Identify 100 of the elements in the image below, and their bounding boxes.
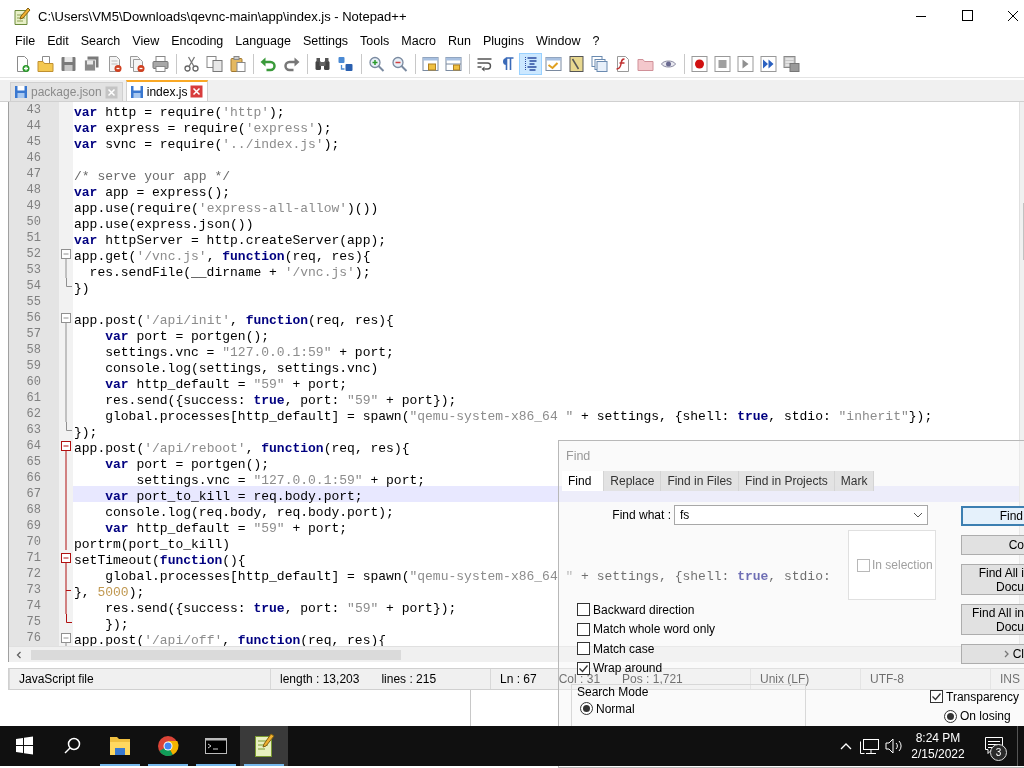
menu-item[interactable]: Edit [41, 34, 75, 48]
code-line: }); [74, 425, 98, 440]
indent-guide-icon[interactable] [519, 52, 542, 75]
line-number: 50 [26, 214, 41, 230]
line-number: 75 [26, 614, 41, 630]
line-number: 74 [26, 598, 41, 614]
dialog-tab[interactable]: Replace [604, 471, 662, 491]
dialog-button[interactable]: Co [961, 535, 1024, 555]
checkbox-label: Backward direction [593, 602, 695, 617]
line-number: 61 [26, 390, 41, 406]
menu-item[interactable]: View [126, 34, 166, 48]
checkbox[interactable] [930, 690, 943, 704]
close-tab-icon[interactable] [190, 85, 204, 98]
insert-mode: INS [1000, 672, 1020, 686]
line-number: 70 [26, 534, 41, 550]
line-number: 60 [26, 374, 41, 390]
menu-item[interactable]: Tools [354, 34, 396, 48]
code-line: app.use(require('express-all-allow')()) [74, 201, 379, 216]
code-line: app.post('/api/reboot', function(req, res){ [74, 441, 410, 456]
line-number: 65 [26, 454, 41, 470]
code-line: res.send({success: true, port: "59" + port}); [104, 393, 457, 408]
line-number: 56 [26, 310, 41, 326]
notepad-icon[interactable] [240, 726, 288, 766]
line-number: 49 [26, 198, 41, 214]
line-number: 71 [26, 550, 41, 566]
line-number: 46 [26, 150, 41, 166]
code-line: res.sendFile(__dirname + '/vnc.js'); [88, 265, 371, 280]
dialog-tab[interactable]: Mark [834, 471, 875, 491]
dialog-button[interactable]: Cl [961, 644, 1024, 664]
dialog-tab[interactable]: Find in Projects [739, 471, 835, 491]
code-line: var port = portgen(); [104, 457, 270, 472]
menu-item[interactable]: Encoding [165, 34, 230, 48]
line-number: 62 [26, 406, 41, 422]
menu-item[interactable]: Window [529, 34, 587, 48]
line-number: 63 [26, 422, 41, 438]
dialog-button[interactable]: Find All i Docu [961, 564, 1024, 595]
code-line: global.processes[http_default] = spawn("qemu-system-x86_64 " + settings, {shell: true, stdio: [104, 569, 831, 584]
group-title: Search Mode [577, 685, 649, 699]
file-length: length : 13,203 [280, 672, 360, 686]
menu-item[interactable]: Macro [395, 34, 443, 48]
line-number: 44 [26, 118, 41, 134]
menu-item[interactable]: ? [586, 34, 606, 48]
chevron-right-icon [1002, 649, 1011, 659]
code-line: console.log(req.body, req.body.port); [104, 505, 394, 520]
dialog-title: Find [566, 449, 591, 463]
code-line: var svnc = require('../index.js'); [74, 137, 340, 152]
line-number: 52 [26, 246, 41, 262]
line-number: 66 [26, 470, 41, 486]
code-line: global.processes[http_default] = spawn("qemu-system-x86_64 " + settings, {shell: true, stdio: "inherit"}); [104, 409, 933, 424]
checkbox-label: Transparency [946, 689, 1019, 704]
code-line: app.use(express.json()) [74, 217, 254, 232]
code-line: var http_default = "59" + port; [104, 377, 348, 392]
fold-toggle-icon[interactable] [59, 630, 73, 646]
code-line: }) [74, 281, 90, 296]
menu-item[interactable]: Search [74, 34, 127, 48]
line-number: 54 [26, 278, 41, 294]
file-tab[interactable]: index.js [125, 80, 209, 101]
checkbox[interactable] [577, 622, 590, 636]
line-number: 69 [26, 518, 41, 534]
line-ending: Unix (LF) [760, 672, 810, 686]
find-what-field[interactable]: fs [674, 505, 928, 525]
checkbox-label: In selection [872, 558, 933, 572]
checkbox-label: Match case [593, 641, 655, 656]
cursor-position: Pos : 1,721 [622, 672, 683, 686]
checkbox[interactable] [577, 642, 590, 656]
menu-item[interactable]: Plugins [476, 34, 530, 48]
menu-item[interactable]: File [9, 34, 42, 48]
menu-item[interactable]: Settings [296, 34, 355, 48]
line-number: 64 [26, 438, 41, 454]
fold-toggle-icon[interactable] [59, 246, 73, 262]
code-line: portrm(port_to_kill) [74, 537, 231, 552]
code-line: }); [104, 617, 129, 632]
checkbox-label: Match whole word only [593, 622, 716, 637]
dialog-tab[interactable]: Find in Files [661, 471, 740, 491]
save-status-icon [129, 84, 144, 99]
code-line: var httpServer = http.createServer(app); [74, 233, 387, 248]
line-number: 47 [26, 166, 41, 182]
fold-toggle-icon[interactable] [59, 438, 73, 454]
cursor-line: Ln : 67 [500, 672, 537, 686]
save-status-icon [14, 85, 28, 99]
code-line: app.post('/api/init', function(req, res){ [74, 313, 394, 328]
fold-toggle-icon[interactable] [59, 550, 73, 566]
app-icon [13, 7, 31, 25]
clock[interactable]: 8:24 PM 2/15/2022 [905, 726, 971, 766]
checkbox[interactable] [577, 661, 590, 675]
code-line: }, 5000); [74, 585, 145, 600]
checkbox[interactable] [577, 603, 590, 617]
line-count: lines : 215 [381, 672, 437, 686]
code-line: settings.vnc = "127.0.0.1:59" + port; [104, 345, 394, 360]
radio-label: On losing [960, 709, 1011, 724]
field-label: Find what : [612, 508, 671, 522]
menu-item[interactable]: Language [229, 34, 297, 48]
dialog-button[interactable]: Find All in Docu [961, 604, 1024, 635]
code-line: var http_default = "59" + port; [104, 521, 348, 536]
menu-item[interactable]: Run [442, 34, 477, 48]
dialog-tab[interactable]: Find [562, 471, 605, 491]
fold-toggle-icon[interactable] [59, 310, 73, 326]
dialog-button[interactable]: Find [961, 506, 1024, 526]
line-number: 45 [26, 134, 41, 150]
code-line: /* serve your app */ [74, 169, 231, 184]
